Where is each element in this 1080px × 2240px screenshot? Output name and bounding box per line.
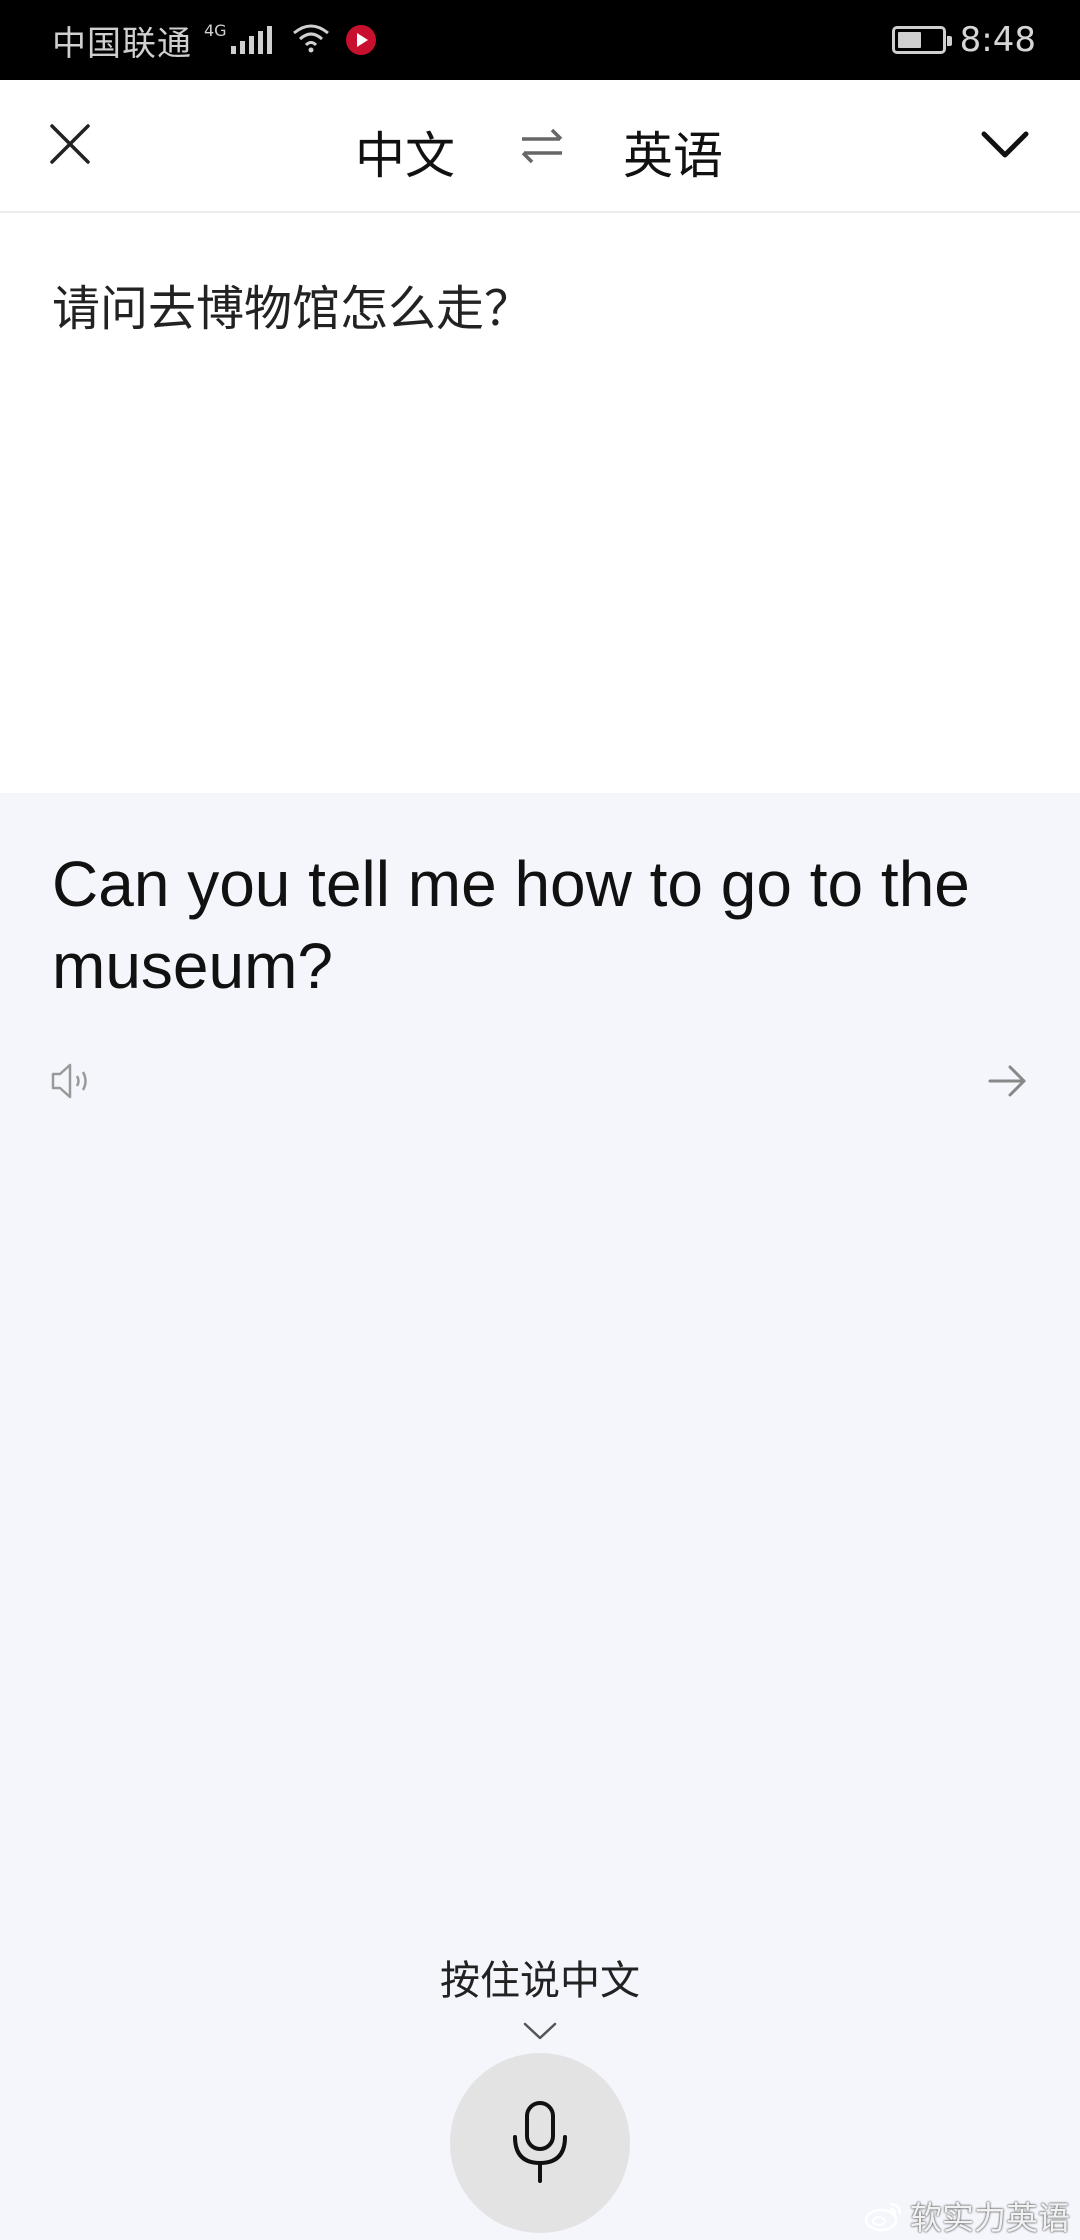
target-language-button[interactable]: 英语 (623, 116, 723, 188)
source-language-button[interactable]: 中文 (355, 116, 455, 188)
speaker-icon (51, 1063, 87, 1099)
carrier-name: 中国联通 (52, 23, 192, 64)
network-type: 4G (204, 20, 227, 40)
swap-icon (521, 128, 563, 164)
translation-text: Can you tell me how to go to the museum? (52, 848, 970, 1002)
watermark: 软实力英语 (864, 2193, 1070, 2239)
play-audio-button[interactable] (50, 1061, 96, 1101)
arrow-right-icon (988, 1065, 1026, 1097)
voice-hint: 按住说中文 (440, 1958, 640, 2004)
signal-icon (230, 26, 272, 54)
chevron-down-icon (981, 131, 1029, 158)
source-text[interactable]: 请问去博物馆怎么走？ (52, 269, 532, 339)
collapse-button[interactable] (980, 124, 1030, 164)
microphone-icon (513, 2101, 567, 2183)
close-button[interactable] (48, 122, 92, 166)
battery-icon (891, 26, 952, 54)
status-bar: 中国联通 4G 8:48 (0, 0, 1080, 80)
hold-to-speak-button[interactable] (450, 2053, 630, 2233)
status-right: 8:48 (891, 0, 1036, 80)
close-icon (50, 124, 90, 164)
source-input-area[interactable]: 请问去博物馆怎么走？ (0, 213, 1080, 793)
notification-app-icon (345, 25, 376, 55)
status-left: 中国联通 4G (52, 0, 376, 80)
open-result-button[interactable] (988, 1059, 1028, 1103)
weibo-icon (864, 2202, 902, 2232)
result-area: Can you tell me how to go to the museum?… (0, 793, 1080, 2240)
wifi-icon (292, 23, 330, 57)
swap-languages-button[interactable] (520, 126, 564, 166)
battery-level (897, 32, 921, 48)
status-time: 8:48 (959, 20, 1036, 60)
watermark-text: 软实力英语 (909, 2199, 1070, 2237)
chevron-down-icon (523, 2022, 557, 2040)
translation-header: 中文 英语 (0, 80, 1080, 213)
